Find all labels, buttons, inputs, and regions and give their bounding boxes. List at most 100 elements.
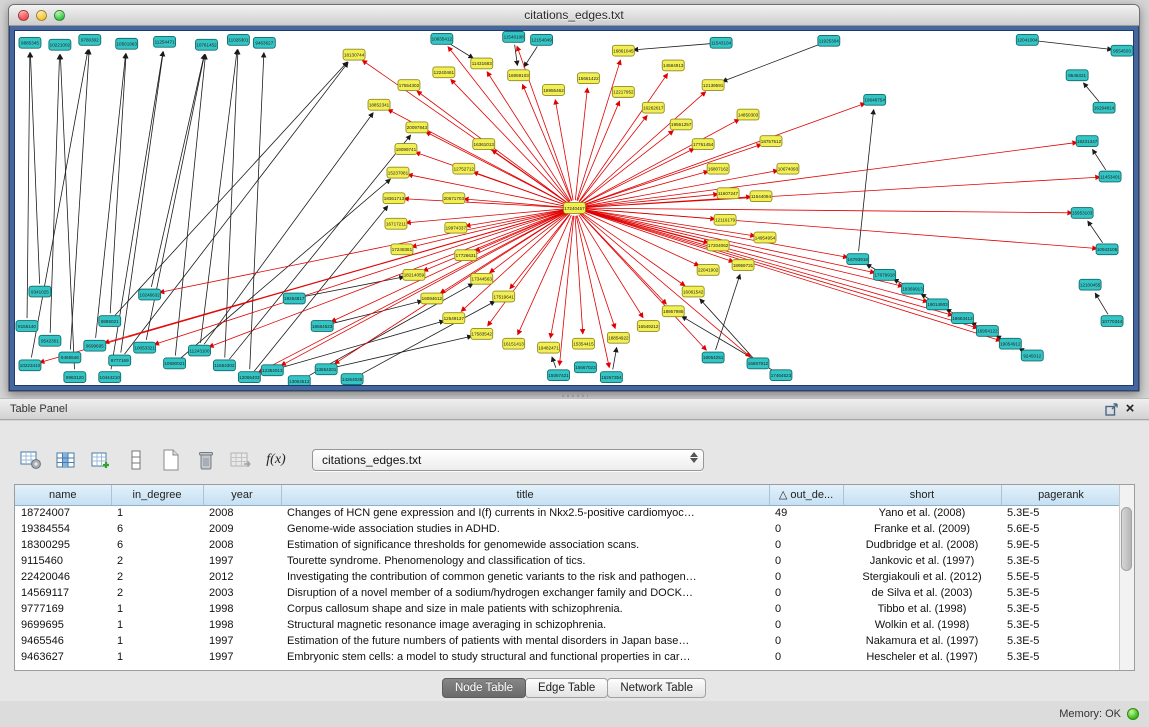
graph-node[interactable]: 10761452 bbox=[196, 39, 218, 50]
graph-node[interactable]: 18959731 bbox=[732, 260, 754, 271]
graph-node[interactable]: 9542301 bbox=[39, 335, 61, 346]
table-cell[interactable]: 5.6E-5 bbox=[1001, 521, 1119, 537]
table-row[interactable]: 911546021997Tourette syndrome. Phenomeno… bbox=[15, 553, 1119, 569]
graph-node[interactable]: 9780302 bbox=[79, 34, 101, 45]
table-cell[interactable]: Corpus callosum shape and size in male p… bbox=[281, 601, 769, 617]
table-cell[interactable]: 0 bbox=[769, 569, 843, 585]
graph-node[interactable]: 17464523 bbox=[770, 370, 792, 381]
graph-node[interactable]: 14264035 bbox=[341, 374, 363, 385]
graph-node[interactable]: 13654201 bbox=[315, 364, 337, 375]
table-row[interactable]: 946362711997Embryonic stem cells: a mode… bbox=[15, 649, 1119, 665]
graph-node[interactable]: 19054912 bbox=[999, 338, 1021, 349]
graph-edge-black[interactable] bbox=[175, 55, 205, 356]
graph-edge-red[interactable] bbox=[578, 101, 620, 201]
graph-node[interactable]: 9341025 bbox=[29, 286, 51, 297]
graph-node[interactable]: 16361013 bbox=[473, 139, 495, 150]
graph-node[interactable]: 11654302 bbox=[213, 360, 235, 371]
table-cell[interactable]: 5.9E-5 bbox=[1001, 537, 1119, 553]
graph-node[interactable]: 18957986 bbox=[662, 306, 684, 317]
table-cell[interactable]: 5.3E-5 bbox=[1001, 617, 1119, 633]
table-row[interactable]: 1938455462009Genome-wide association stu… bbox=[15, 521, 1119, 537]
graph-edge-red[interactable] bbox=[517, 46, 572, 200]
column-header-6[interactable]: pagerank bbox=[1001, 485, 1119, 505]
graph-node[interactable]: 10053321 bbox=[134, 342, 156, 353]
graph-node[interactable]: 16954122 bbox=[976, 326, 998, 337]
splitter-grip[interactable] bbox=[562, 394, 588, 397]
table-cell[interactable]: Changes of HCN gene expression and I(f) … bbox=[281, 505, 769, 521]
graph-node[interactable]: 11543104 bbox=[710, 37, 732, 48]
graph-node[interactable]: 18955462 bbox=[543, 85, 565, 96]
graph-edge-red[interactable] bbox=[209, 211, 567, 347]
network-canvas[interactable]: 1724045718852341175543021224046111431683… bbox=[14, 30, 1134, 386]
table-cell[interactable]: Hescheler et al. (1997) bbox=[843, 649, 1001, 665]
table-cell[interactable]: 2009 bbox=[203, 521, 281, 537]
graph-node[interactable]: 19648754 bbox=[864, 94, 886, 105]
graph-edge-black[interactable] bbox=[1035, 41, 1112, 50]
zoom-window-button[interactable] bbox=[54, 10, 65, 21]
graph-node[interactable]: 9963120 bbox=[64, 372, 86, 383]
table-cell[interactable]: 2012 bbox=[203, 569, 281, 585]
graph-node[interactable]: 10223410 bbox=[19, 360, 41, 371]
table-options-icon[interactable] bbox=[18, 448, 44, 472]
table-cell[interactable]: 2008 bbox=[203, 537, 281, 553]
graph-node[interactable]: 17204062 bbox=[707, 240, 729, 251]
graph-edge-red[interactable] bbox=[423, 211, 567, 271]
table-cell[interactable]: 9463627 bbox=[15, 649, 111, 665]
network-table-selector[interactable]: citations_edges.txt bbox=[312, 449, 704, 471]
table-cell[interactable]: 2008 bbox=[203, 505, 281, 521]
graph-edge-red[interactable] bbox=[580, 214, 666, 304]
table-cell[interactable]: 2 bbox=[111, 553, 203, 569]
show-columns-icon[interactable] bbox=[53, 448, 79, 472]
graph-edge-red[interactable] bbox=[575, 88, 587, 200]
graph-edge-red[interactable] bbox=[582, 210, 928, 302]
graph-edge-black[interactable] bbox=[722, 44, 821, 82]
scrollbar-thumb[interactable] bbox=[1121, 507, 1132, 571]
table-cell[interactable]: 1 bbox=[111, 505, 203, 521]
graph-edge-red[interactable] bbox=[582, 210, 978, 328]
graph-node[interactable]: 18231347 bbox=[1076, 136, 1098, 147]
graph-node[interactable]: 9155140 bbox=[16, 321, 38, 332]
graph-edge-black[interactable] bbox=[250, 53, 264, 370]
graph-edge-red[interactable] bbox=[522, 84, 571, 200]
graph-node[interactable]: 11431683 bbox=[471, 58, 493, 69]
minimize-window-button[interactable] bbox=[36, 10, 47, 21]
graph-node[interactable]: 16861045 bbox=[612, 45, 634, 56]
table-cell[interactable]: 9115460 bbox=[15, 553, 111, 569]
graph-edge-red[interactable] bbox=[559, 216, 573, 366]
graph-node[interactable]: 12217952 bbox=[612, 87, 634, 98]
graph-node[interactable]: 18664523 bbox=[311, 321, 333, 332]
graph-edge-red[interactable] bbox=[473, 172, 567, 205]
graph-edge-red[interactable] bbox=[404, 199, 567, 208]
graph-edge-black[interactable] bbox=[30, 53, 39, 284]
table-cell[interactable]: 1997 bbox=[203, 553, 281, 569]
graph-edge-red[interactable] bbox=[490, 213, 569, 273]
graph-node[interactable]: 19561257 bbox=[670, 119, 692, 130]
graph-edge-black[interactable] bbox=[121, 52, 163, 353]
graph-node[interactable]: 12041004 bbox=[1016, 34, 1038, 45]
graph-node[interactable]: 19482471 bbox=[538, 342, 560, 353]
graph-node[interactable]: 15237081 bbox=[387, 167, 409, 178]
table-cell[interactable]: Tibbo et al. (1998) bbox=[843, 601, 1001, 617]
table-cell[interactable]: 0 bbox=[769, 521, 843, 537]
table-cell[interactable]: 1 bbox=[111, 649, 203, 665]
graph-node[interactable]: 11243100 bbox=[189, 345, 211, 356]
graph-node[interactable]: 18064251 bbox=[702, 352, 724, 363]
graph-edge-black[interactable] bbox=[110, 54, 126, 314]
graph-node[interactable]: 16717211 bbox=[385, 218, 407, 229]
table-cell[interactable]: 2 bbox=[111, 569, 203, 585]
row-height-icon[interactable] bbox=[123, 448, 149, 472]
graph-node[interactable]: 12240461 bbox=[433, 67, 455, 78]
graph-node[interactable]: 9546321 bbox=[1066, 70, 1088, 81]
graph-node[interactable]: 17519641 bbox=[493, 291, 515, 302]
graph-node[interactable]: 19099741 bbox=[395, 144, 417, 155]
table-cell[interactable]: de Silva et al. (2003) bbox=[843, 585, 1001, 601]
graph-edge-black[interactable] bbox=[1095, 293, 1108, 314]
graph-node[interactable]: 20671703 bbox=[443, 193, 465, 204]
table-cell[interactable]: 6 bbox=[111, 537, 203, 553]
table-cell[interactable]: Jankovic et al. (1997) bbox=[843, 553, 1001, 569]
graph-node[interactable]: 10221002 bbox=[49, 39, 71, 50]
table-cell[interactable]: 0 bbox=[769, 633, 843, 649]
graph-edge-red[interactable] bbox=[575, 216, 583, 334]
graph-node[interactable]: 11453401 bbox=[1099, 171, 1121, 182]
graph-edge-black[interactable] bbox=[1083, 83, 1099, 102]
